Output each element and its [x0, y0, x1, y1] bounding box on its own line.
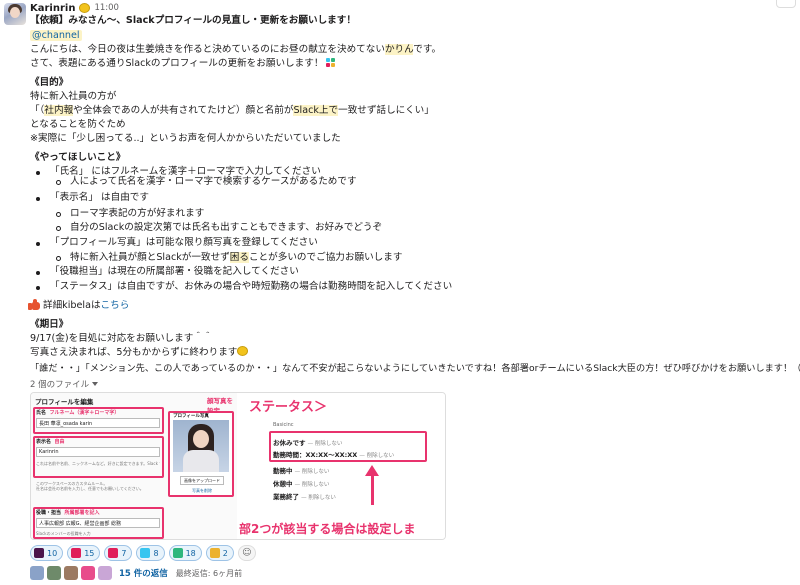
reply-avatar — [64, 566, 78, 580]
done-icon — [172, 548, 183, 558]
reaction-done[interactable]: 18 — [168, 545, 202, 561]
purpose-heading: 《目的》 — [30, 77, 69, 88]
sub-bullet-circle — [56, 256, 61, 261]
bullet-dot — [36, 171, 40, 175]
todo-item: 「プロフィール写真」は可能な限り顔写真を登録してください — [50, 237, 318, 248]
reply-avatar — [47, 566, 61, 580]
display-label: 表示名 自由 — [36, 439, 65, 445]
reply-avatar — [81, 566, 95, 580]
sub-bullet-circle — [56, 180, 61, 185]
lemon-emoji-icon — [237, 346, 249, 356]
channel-mention[interactable]: @channel — [30, 30, 82, 41]
sub-bullet-circle — [56, 212, 61, 217]
detail-line: 詳細kibelaはこちら — [28, 299, 129, 313]
upload-button[interactable]: 画像をアップロード — [180, 476, 224, 485]
reaction-grid[interactable]: 7 — [104, 545, 133, 561]
intro-line-2: さて、表題にある通りSlackのプロフィールの更新をお願いします！ — [30, 57, 336, 71]
kibela-link[interactable]: こちら — [101, 300, 130, 311]
role-label: 役職・担当 所属部署を記入 — [36, 510, 100, 516]
deadline-line-1: 9/17(金)を目処に対応をお願いします＾＾ — [30, 333, 213, 344]
red-icon — [71, 548, 82, 558]
arrow-shaft — [371, 475, 374, 505]
author-avatar[interactable] — [4, 3, 26, 25]
purpose-line-2: 「（社内報や全体会であの人が共有されてたけど）顔と名前がSlack上で一致せず話… — [30, 105, 434, 116]
reaction-slack[interactable]: 10 — [30, 545, 64, 561]
purpose-line-1: 特に新入社員の方が — [30, 91, 117, 102]
todo-item: 「役職担当」は現在の所属部署・役職を記入してください — [50, 266, 299, 277]
lemon-emoji-icon — [79, 3, 91, 13]
thread-summary[interactable]: 15 件の返信 最終返信: 6ヶ月前 — [30, 566, 242, 580]
intro-line-1: こんにちは、今日の夜は生姜焼きを作ると決めているのにお昼の献立を決めてないかりん… — [30, 44, 442, 55]
profile-form-screenshot: プロフィールを編集 氏名 フルネーム（漢字＋ローマ字） 長田 華凛_osada … — [31, 393, 237, 539]
corner-toolbar[interactable] — [776, 0, 796, 8]
todo-item: 「ステータス」は自由ですが、お休みの場合や時短勤務の場合は勤務時間を記入してくだ… — [50, 281, 453, 292]
slack-icon — [34, 548, 44, 558]
display-input[interactable]: Karinrin — [36, 447, 160, 457]
reaction-red[interactable]: 15 — [67, 545, 101, 561]
status-company: Basicinc — [273, 422, 294, 428]
todo-subitem: 特に新入社員が顔とSlackが一致せず困ることが多いのでご協力お願いします — [70, 252, 403, 263]
bullet-dot — [36, 286, 40, 290]
bullet-dot — [36, 271, 40, 275]
display-help: これは名前や名前、ニックネームなど。好きに設定できます。Slack でメンバーが… — [36, 461, 160, 466]
message-header: Karinrin 11:00 — [30, 2, 119, 14]
files-toggle[interactable]: 2 個のファイル — [30, 378, 99, 390]
photo-field-highlight: プロフィール写真 画像をアップロード 写真を削除 — [168, 411, 234, 497]
reply-avatar — [98, 566, 112, 580]
attachment-image[interactable]: プロフィールを編集 氏名 フルネーム（漢字＋ローマ字） 長田 華凛_osada … — [30, 392, 446, 540]
photo-label: プロフィール写真 — [173, 414, 209, 419]
author-name[interactable]: Karinrin — [30, 3, 75, 14]
deadline-line-2: 写真さえ決まれば、5分もかからずに終わります — [30, 346, 249, 360]
purpose-line-4: ※実際に「少し困ってる..」というお声を何人かからいただいていました — [30, 133, 341, 144]
form-title: プロフィールを編集 — [35, 398, 94, 406]
purpose-line-3: となることを防ぐため — [30, 119, 126, 130]
status-row[interactable]: 業務終了 — 削除しない — [273, 491, 336, 501]
chevron-down-icon — [92, 382, 99, 386]
status-title: ステータス＞ — [249, 400, 328, 415]
todo-heading: 《やってほしいこと》 — [30, 152, 126, 163]
status-row[interactable]: お休みです — 削除しない — [273, 437, 342, 447]
reply-avatar — [30, 566, 44, 580]
thumbs-up-icon — [28, 299, 40, 310]
custom-help: このワークスペースのカスタムルール。 社名は会社の名前を入力し、任意でもお願いし… — [36, 481, 144, 491]
status-note: 部2つが該当する場合は設定しま — [239, 522, 416, 536]
reaction-thanks[interactable]: 2 — [205, 545, 234, 561]
todo-subitem: 人によって氏名を漢字・ローマ字で検索するケースがあるためです — [70, 176, 357, 187]
hand-icon — [140, 548, 151, 558]
message-title: 【依頼】みなさん〜、Slackプロフィールの見直し・更新をお願いします！ — [30, 15, 356, 26]
sub-bullet-circle — [56, 226, 61, 231]
profile-photo — [173, 420, 229, 472]
reactions-bar: 10 15 7 8 18 2 ☺ — [30, 545, 256, 561]
slack-icon — [326, 58, 336, 67]
delete-photo-link[interactable]: 写真を削除 — [192, 488, 212, 494]
grid-icon — [108, 548, 119, 558]
deadline-heading: 《期日》 — [30, 319, 69, 330]
todo-subitem: 自分のSlackの設定次第では氏名も出すこともできます、お好みでどうぞ — [70, 222, 383, 233]
last-reply: 最終返信: 6ヶ月前 — [175, 568, 243, 578]
role-help: Slackのメンバーの役職を入力 — [36, 531, 91, 536]
closing-line: 「誰だ・・」「メンション先、この人であっているのか・・」なんて不安が起こらないよ… — [30, 363, 800, 374]
role-input[interactable]: 人事広報部 広報G、経営企画部 総務 — [36, 518, 160, 528]
todo-item: 「表示名」 は自由です — [50, 192, 149, 203]
status-row[interactable]: 休憩中 — 削除しない — [273, 478, 329, 488]
reply-count-link[interactable]: 15 件の返信 — [119, 567, 168, 579]
add-reaction-button[interactable]: ☺ — [237, 545, 256, 561]
name-input[interactable]: 長田 華凛_osada karin — [36, 418, 160, 428]
status-row[interactable]: 勤務中 — 削除しない — [273, 465, 329, 475]
name-label: 氏名 フルネーム（漢字＋ローマ字） — [36, 410, 120, 416]
status-screenshot: ステータス＞ Basicinc お休みです — 削除しない 勤務時間：XX:XX… — [237, 393, 445, 539]
bullet-dot — [36, 197, 40, 201]
reaction-hand[interactable]: 8 — [136, 545, 165, 561]
status-row[interactable]: 勤務時間：XX:XX〜XX:XX — 削除しない — [273, 449, 394, 459]
bullet-dot — [36, 242, 40, 246]
todo-subitem: ローマ字表記の方が好まれます — [70, 208, 205, 219]
thanks-icon — [209, 548, 220, 558]
timestamp[interactable]: 11:00 — [94, 3, 119, 13]
